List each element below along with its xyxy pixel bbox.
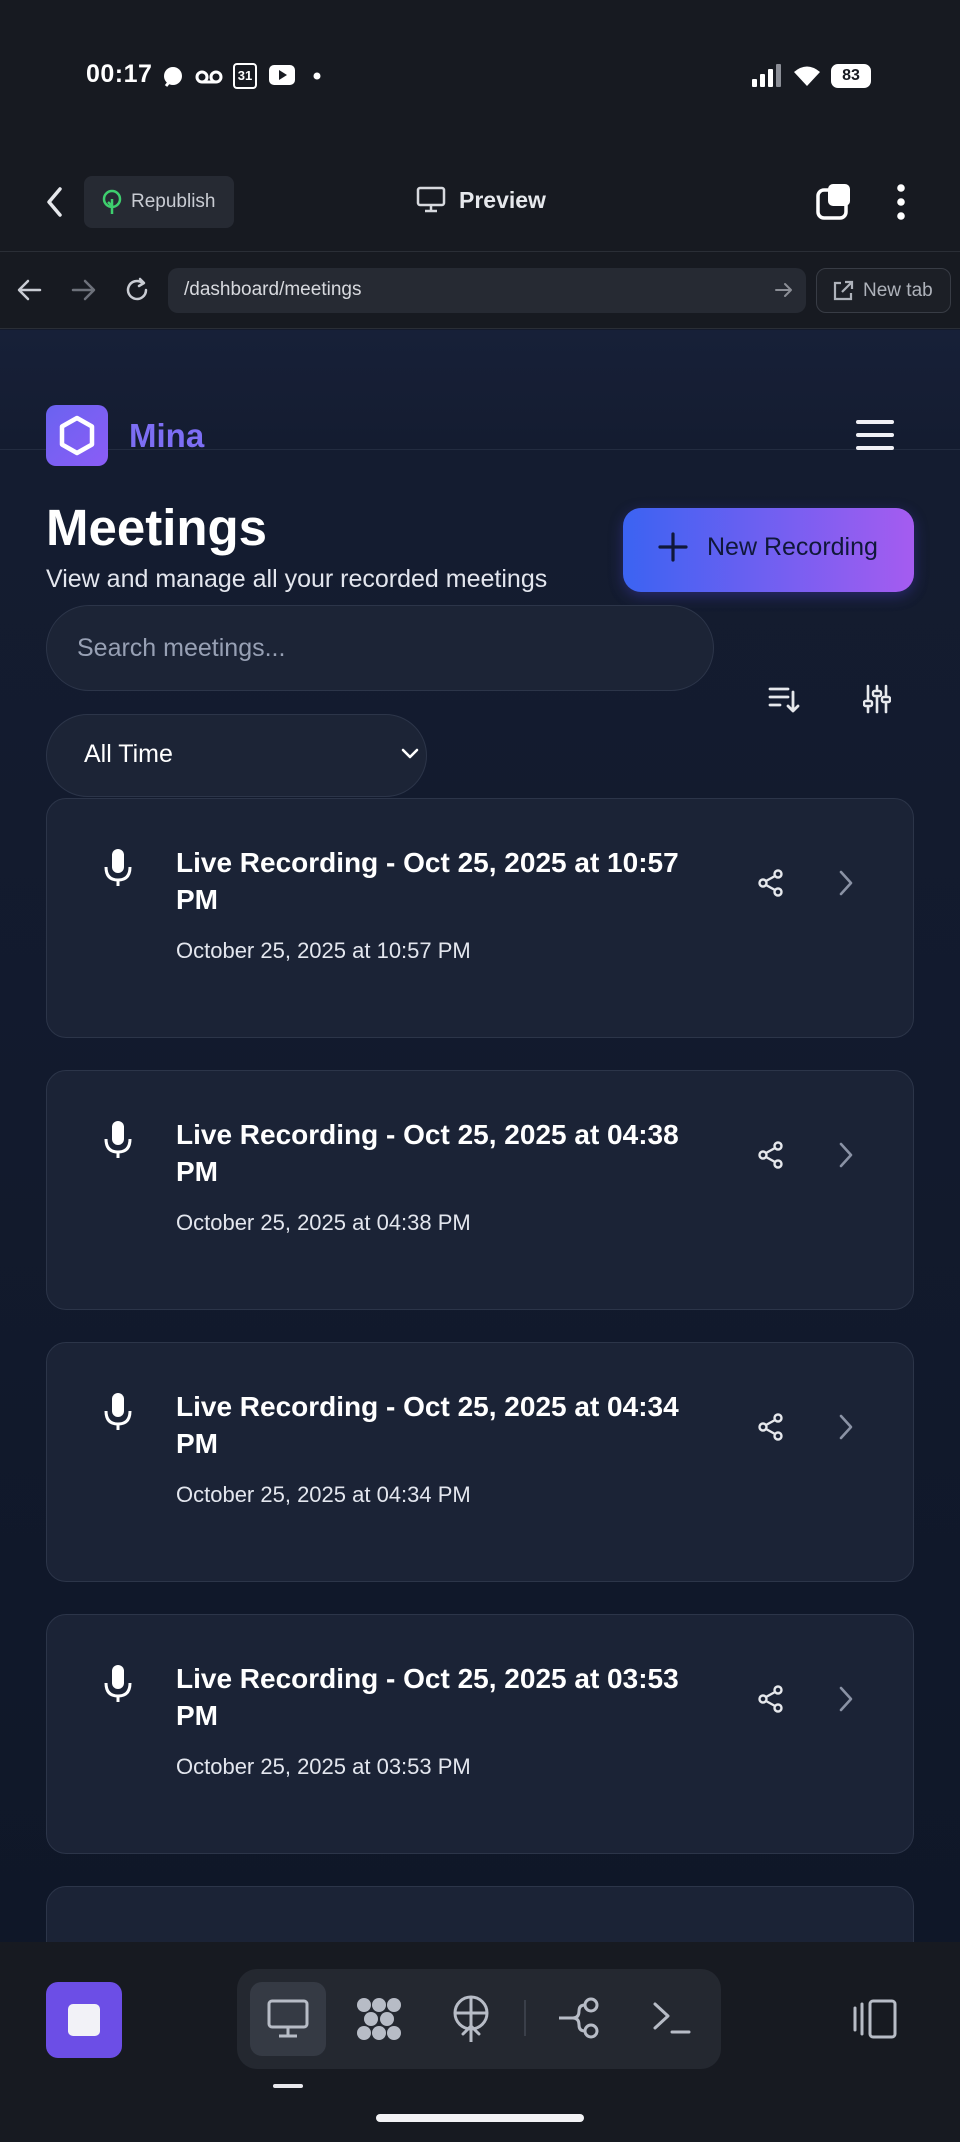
new-tab-label: New tab xyxy=(863,280,933,301)
microphone-icon xyxy=(104,1393,132,1430)
sliders-filter-icon[interactable] xyxy=(863,684,891,714)
meeting-date: October 25, 2025 at 03:53 PM xyxy=(176,1754,471,1779)
signal-icon xyxy=(752,64,781,87)
git-branch-icon[interactable] xyxy=(557,1996,603,2040)
more-vertical-icon[interactable] xyxy=(895,184,907,220)
wifi-icon xyxy=(794,66,820,86)
time-filter-value: All Time xyxy=(84,740,173,768)
meeting-card[interactable]: Live Recording - Oct 25, 2025 at 04:38 P… xyxy=(46,1070,914,1310)
panel-toggle-icon[interactable] xyxy=(852,1998,898,2040)
microphone-icon xyxy=(104,1121,132,1158)
share-icon[interactable] xyxy=(757,1685,785,1713)
back-chevron-icon[interactable] xyxy=(44,186,66,218)
chevron-down-icon xyxy=(401,748,419,759)
deploy-icon[interactable] xyxy=(450,1994,492,2044)
calendar-icon: 31 xyxy=(233,63,257,89)
terminal-icon[interactable] xyxy=(652,1999,692,2037)
threads-icon xyxy=(164,67,182,87)
microphone-icon xyxy=(104,849,132,886)
meeting-card[interactable]: Live Recording - Oct 25, 2025 at 10:57 P… xyxy=(46,798,914,1038)
chevron-right-icon[interactable] xyxy=(837,869,855,897)
share-icon[interactable] xyxy=(757,1141,785,1169)
tabs-icon[interactable] xyxy=(814,182,854,222)
chevron-right-icon[interactable] xyxy=(837,1141,855,1169)
sort-icon[interactable] xyxy=(768,684,800,714)
plus-icon xyxy=(658,532,688,562)
page-subtitle: View and manage all your recorded meetin… xyxy=(46,565,548,593)
battery-icon: 83 xyxy=(831,64,871,88)
meeting-title: Live Recording - Oct 25, 2025 at 04:34 P… xyxy=(176,1391,679,1459)
active-tool-indicator xyxy=(273,2084,303,2088)
meeting-date: October 25, 2025 at 04:38 PM xyxy=(176,1210,471,1235)
republish-label: Republish xyxy=(131,191,216,212)
monitor-icon xyxy=(416,186,446,213)
microphone-icon xyxy=(104,1665,132,1702)
voicemail-icon xyxy=(195,70,223,84)
meeting-title: Live Recording - Oct 25, 2025 at 03:53 P… xyxy=(176,1663,679,1731)
page-title: Meetings xyxy=(46,499,268,556)
external-link-icon xyxy=(833,280,854,301)
hamburger-menu-icon[interactable] xyxy=(856,420,894,450)
tree-icon xyxy=(102,189,122,214)
meeting-card[interactable]: Live Recording - Oct 25, 2025 at 04:34 P… xyxy=(46,1342,914,1582)
meeting-title: Live Recording - Oct 25, 2025 at 10:57 P… xyxy=(176,847,679,915)
search-input[interactable] xyxy=(46,605,714,691)
chevron-right-icon[interactable] xyxy=(837,1413,855,1441)
youtube-icon xyxy=(269,65,295,85)
go-arrow-icon[interactable] xyxy=(774,281,794,299)
home-indicator[interactable] xyxy=(376,2114,584,2122)
share-icon[interactable] xyxy=(757,869,785,897)
stop-icon xyxy=(68,2004,100,2036)
meeting-title: Live Recording - Oct 25, 2025 at 04:38 P… xyxy=(176,1119,679,1187)
hexagon-icon xyxy=(59,415,95,456)
logo[interactable] xyxy=(46,405,108,466)
preview-label[interactable]: Preview xyxy=(459,187,546,214)
reload-icon[interactable] xyxy=(123,276,151,304)
meeting-card[interactable]: Live Recording - Oct 25, 2025 at 03:53 P… xyxy=(46,1614,914,1854)
new-recording-label: New Recording xyxy=(707,533,878,561)
url-text: /dashboard/meetings xyxy=(184,279,362,300)
chevron-right-icon[interactable] xyxy=(837,1685,855,1713)
status-time: 00:17 xyxy=(86,60,153,88)
brand-name[interactable]: Mina xyxy=(129,417,204,455)
meeting-date: October 25, 2025 at 04:34 PM xyxy=(176,1482,471,1507)
forward-arrow-icon[interactable] xyxy=(71,278,97,302)
dot-icon xyxy=(313,72,321,80)
back-arrow-icon[interactable] xyxy=(16,278,42,302)
desktop-preview-icon xyxy=(267,1999,309,2038)
apps-grid-icon[interactable] xyxy=(354,1995,404,2043)
share-icon[interactable] xyxy=(757,1413,785,1441)
meeting-date: October 25, 2025 at 10:57 PM xyxy=(176,938,471,963)
tool-divider xyxy=(524,2000,526,2036)
